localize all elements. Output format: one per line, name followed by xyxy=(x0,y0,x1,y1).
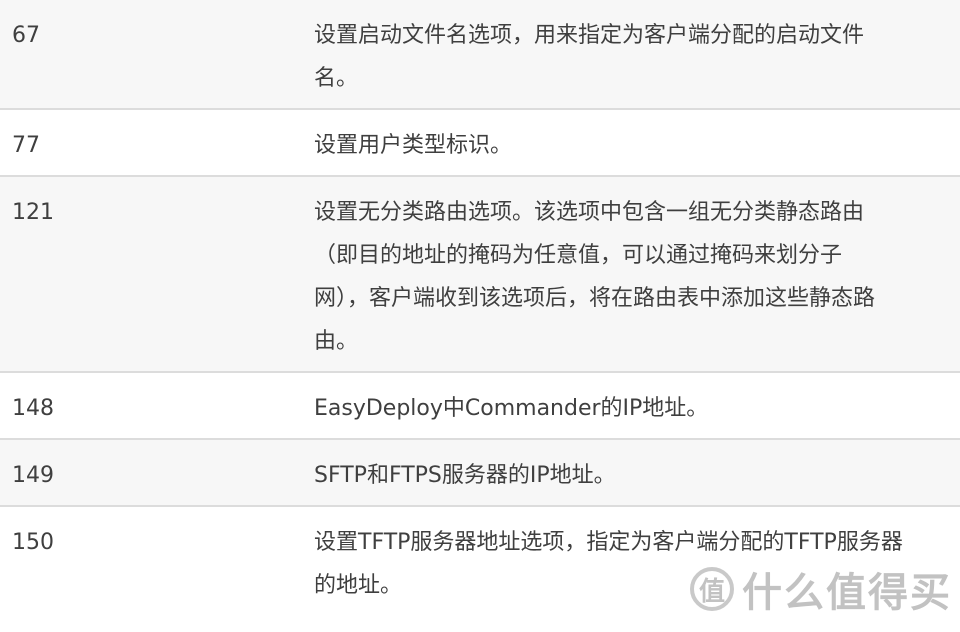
watermark: 值 什么值得买 xyxy=(690,560,952,618)
description-line: 名。 xyxy=(314,66,359,91)
description-line: 设置启动文件名选项，用来指定为客户端分配的启动文件 xyxy=(314,23,865,48)
option-code-cell: 121 xyxy=(0,175,312,372)
option-code: 121 xyxy=(12,200,54,225)
option-description: 设置启动文件名选项，用来指定为客户端分配的启动文件 名。 xyxy=(314,0,942,108)
watermark-logo-icon: 值 xyxy=(690,567,734,611)
watermark-text: 什么值得买 xyxy=(742,570,952,616)
option-code: 150 xyxy=(12,530,54,555)
description-line: 设置无分类路由选项。该选项中包含一组无分类静态路由 xyxy=(314,200,865,225)
table-row: 148 EasyDeploy中Commander的IP地址。 xyxy=(0,371,960,439)
table-row: 149 SFTP和FTPS服务器的IP地址。 xyxy=(0,438,960,506)
description-line: 由。 xyxy=(314,329,359,354)
option-description: 设置用户类型标识。 xyxy=(314,110,942,175)
option-description-cell: SFTP和FTPS服务器的IP地址。 xyxy=(312,438,960,506)
table-row: 77 设置用户类型标识。 xyxy=(0,108,960,176)
option-code: 148 xyxy=(12,396,54,421)
table-row: 121 设置无分类路由选项。该选项中包含一组无分类静态路由 （即目的地址的掩码为任意… xyxy=(0,175,960,372)
option-description-cell: 设置无分类路由选项。该选项中包含一组无分类静态路由 （即目的地址的掩码为任意值，可… xyxy=(312,175,960,372)
option-code-cell: 67 xyxy=(0,0,312,109)
option-code-cell: 149 xyxy=(0,438,312,506)
option-description: EasyDeploy中Commander的IP地址。 xyxy=(314,373,942,438)
option-code-cell: 148 xyxy=(0,371,312,439)
description-line: SFTP和FTPS服务器的IP地址。 xyxy=(314,463,616,488)
description-line: 设置用户类型标识。 xyxy=(314,133,513,158)
option-description-cell: 设置用户类型标识。 xyxy=(312,108,960,176)
option-code: 149 xyxy=(12,463,54,488)
description-line: （即目的地址的掩码为任意值，可以通过掩码来划分子 xyxy=(314,243,843,268)
option-code-cell: 77 xyxy=(0,108,312,176)
option-code: 77 xyxy=(12,133,40,158)
option-code-cell: 150 xyxy=(0,505,312,615)
option-description: SFTP和FTPS服务器的IP地址。 xyxy=(314,440,942,505)
option-description-cell: EasyDeploy中Commander的IP地址。 xyxy=(312,371,960,439)
description-line: EasyDeploy中Commander的IP地址。 xyxy=(314,396,709,421)
dhcp-options-table: 67 设置启动文件名选项，用来指定为客户端分配的启动文件 名。 77 设置用户类型标识。… xyxy=(0,0,960,615)
option-code: 67 xyxy=(12,23,40,48)
description-line: 设置TFTP服务器地址选项，指定为客户端分配的TFTP服务器 xyxy=(314,530,903,555)
table-row: 67 设置启动文件名选项，用来指定为客户端分配的启动文件 名。 xyxy=(0,0,960,109)
option-description-cell: 设置启动文件名选项，用来指定为客户端分配的启动文件 名。 xyxy=(312,0,960,109)
option-description: 设置无分类路由选项。该选项中包含一组无分类静态路由 （即目的地址的掩码为任意值，可… xyxy=(314,177,942,371)
description-line: 网），客户端收到该选项后，将在路由表中添加这些静态路 xyxy=(314,286,876,311)
